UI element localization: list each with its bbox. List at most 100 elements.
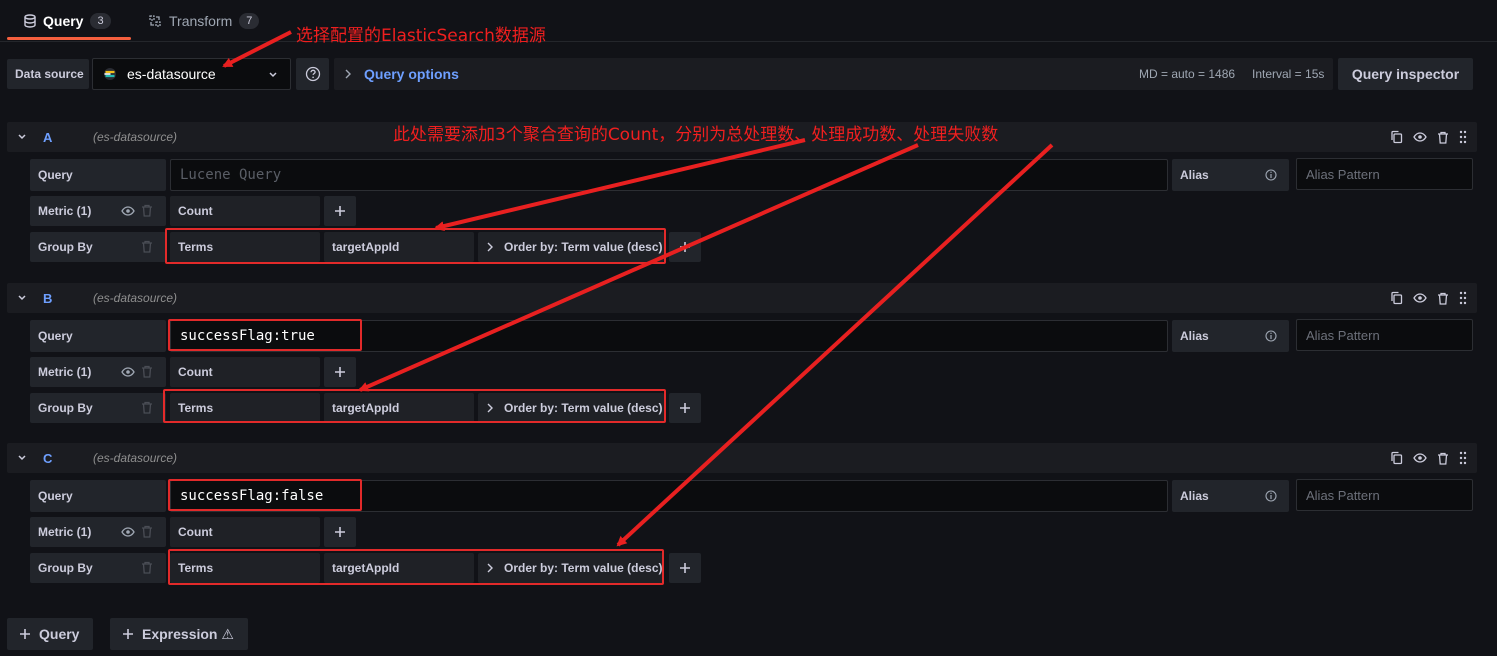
groupby-field-select[interactable]: targetAppId	[324, 393, 474, 423]
chevron-down-icon	[269, 72, 277, 78]
tab-query[interactable]: Query 3	[24, 0, 111, 42]
chevron-right-icon	[487, 403, 493, 413]
query-datasource-name: (es-datasource)	[93, 130, 178, 144]
query-options-toggle[interactable]: Query options	[344, 58, 459, 90]
query-label: Query	[30, 159, 166, 191]
chevron-down-icon[interactable]	[17, 454, 27, 462]
groupby-label: Group By	[38, 401, 93, 415]
remove-query-button[interactable]	[1437, 292, 1449, 305]
remove-query-button[interactable]	[1437, 452, 1449, 465]
tab-transform-count: 7	[239, 13, 260, 29]
query-options-label: Query options	[364, 66, 459, 82]
info-circle-icon	[1265, 490, 1277, 502]
add-expression-button[interactable]: Expression ⚠	[110, 618, 248, 650]
query-input[interactable]: successFlag:true	[170, 320, 1168, 352]
query-label: Query	[30, 480, 166, 512]
query-letter[interactable]: C	[43, 451, 52, 466]
eye-icon	[1413, 453, 1427, 463]
annotation-datasource-note: 选择配置的ElasticSearch数据源	[296, 26, 546, 46]
query-letter[interactable]: A	[43, 130, 52, 145]
remove-metric-button[interactable]	[141, 525, 153, 538]
metric-label-box: Metric (1)	[30, 357, 166, 387]
question-circle-icon	[305, 66, 320, 82]
alias-input[interactable]: Alias Pattern	[1296, 319, 1473, 351]
remove-metric-button[interactable]	[141, 204, 153, 217]
groupby-field-select[interactable]: targetAppId	[324, 553, 474, 583]
duplicate-query-button[interactable]	[1390, 291, 1403, 305]
query-input[interactable]: successFlag:false	[170, 480, 1168, 512]
alias-label-box: Alias	[1172, 159, 1289, 191]
duplicate-query-button[interactable]	[1390, 451, 1403, 465]
chevron-down-icon[interactable]	[17, 294, 27, 302]
groupby-type-select[interactable]: Terms	[170, 393, 320, 423]
query-datasource-name: (es-datasource)	[93, 451, 178, 465]
remove-metric-button[interactable]	[141, 365, 153, 378]
drag-handle[interactable]	[1459, 130, 1467, 144]
groupby-order-toggle[interactable]: Order by: Term value (desc)	[478, 393, 664, 423]
toggle-metric-visibility-button[interactable]	[121, 367, 135, 377]
alias-label: Alias	[1180, 329, 1209, 343]
drag-dots-icon	[1459, 451, 1467, 465]
trash-icon	[142, 204, 152, 217]
metric-label: Metric (1)	[38, 204, 92, 218]
metric-type-select[interactable]: Count	[170, 517, 320, 547]
groupby-type-select[interactable]: Terms	[170, 553, 320, 583]
trash-icon	[142, 561, 152, 574]
tab-transform[interactable]: Transform 7	[148, 0, 260, 42]
query-letter[interactable]: B	[43, 291, 52, 306]
toggle-query-visibility-button[interactable]	[1413, 453, 1427, 463]
query-inspector-button[interactable]: Query inspector	[1338, 58, 1473, 90]
plus-icon	[20, 629, 30, 639]
metric-label: Metric (1)	[38, 525, 92, 539]
groupby-label-box: Group By	[30, 393, 166, 423]
groupby-order-label: Order by: Term value (desc)	[504, 240, 663, 254]
alias-input[interactable]: Alias Pattern	[1296, 479, 1473, 511]
groupby-order-toggle[interactable]: Order by: Term value (desc)	[478, 232, 664, 262]
query-options-bar: Query options MD = auto = 1486 Interval …	[334, 58, 1333, 90]
eye-icon	[1413, 132, 1427, 142]
query-row-header[interactable]: B (es-datasource)	[7, 283, 1477, 313]
add-groupby-button[interactable]	[669, 553, 701, 583]
tab-transform-label: Transform	[169, 13, 233, 29]
chevron-down-icon[interactable]	[17, 133, 27, 141]
remove-groupby-button[interactable]	[141, 561, 153, 574]
data-source-picker[interactable]: es-datasource	[92, 58, 291, 90]
remove-query-button[interactable]	[1437, 131, 1449, 144]
toggle-query-visibility-button[interactable]	[1413, 293, 1427, 303]
duplicate-query-button[interactable]	[1390, 130, 1403, 144]
add-metric-button[interactable]	[324, 357, 356, 387]
toggle-metric-visibility-button[interactable]	[121, 206, 135, 216]
chevron-right-icon	[487, 563, 493, 573]
remove-groupby-button[interactable]	[141, 240, 153, 253]
plus-icon	[335, 367, 345, 377]
plus-icon	[335, 206, 345, 216]
drag-handle[interactable]	[1459, 291, 1467, 305]
query-row-header[interactable]: C (es-datasource)	[7, 443, 1477, 473]
alias-input[interactable]: Alias Pattern	[1296, 158, 1473, 190]
query-input[interactable]: Lucene Query	[170, 159, 1168, 191]
add-query-button[interactable]: Query	[7, 618, 93, 650]
toggle-query-visibility-button[interactable]	[1413, 132, 1427, 142]
metric-type-select[interactable]: Count	[170, 357, 320, 387]
alias-label-box: Alias	[1172, 320, 1289, 352]
tab-query-count: 3	[90, 13, 111, 29]
add-groupby-button[interactable]	[669, 393, 701, 423]
add-groupby-button[interactable]	[669, 232, 701, 262]
help-button[interactable]	[296, 58, 329, 90]
toggle-metric-visibility-button[interactable]	[121, 527, 135, 537]
groupby-order-toggle[interactable]: Order by: Term value (desc)	[478, 553, 664, 583]
plus-icon	[680, 563, 690, 573]
database-icon	[24, 14, 36, 28]
add-metric-button[interactable]	[324, 517, 356, 547]
add-metric-button[interactable]	[324, 196, 356, 226]
metric-label-box: Metric (1)	[30, 517, 166, 547]
drag-handle[interactable]	[1459, 451, 1467, 465]
active-tab-indicator	[7, 37, 131, 40]
groupby-field-select[interactable]: targetAppId	[324, 232, 474, 262]
trash-icon	[1438, 292, 1448, 305]
metric-type-select[interactable]: Count	[170, 196, 320, 226]
trash-icon	[142, 525, 152, 538]
groupby-type-select[interactable]: Terms	[170, 232, 320, 262]
copy-icon	[1391, 451, 1403, 465]
remove-groupby-button[interactable]	[141, 401, 153, 414]
